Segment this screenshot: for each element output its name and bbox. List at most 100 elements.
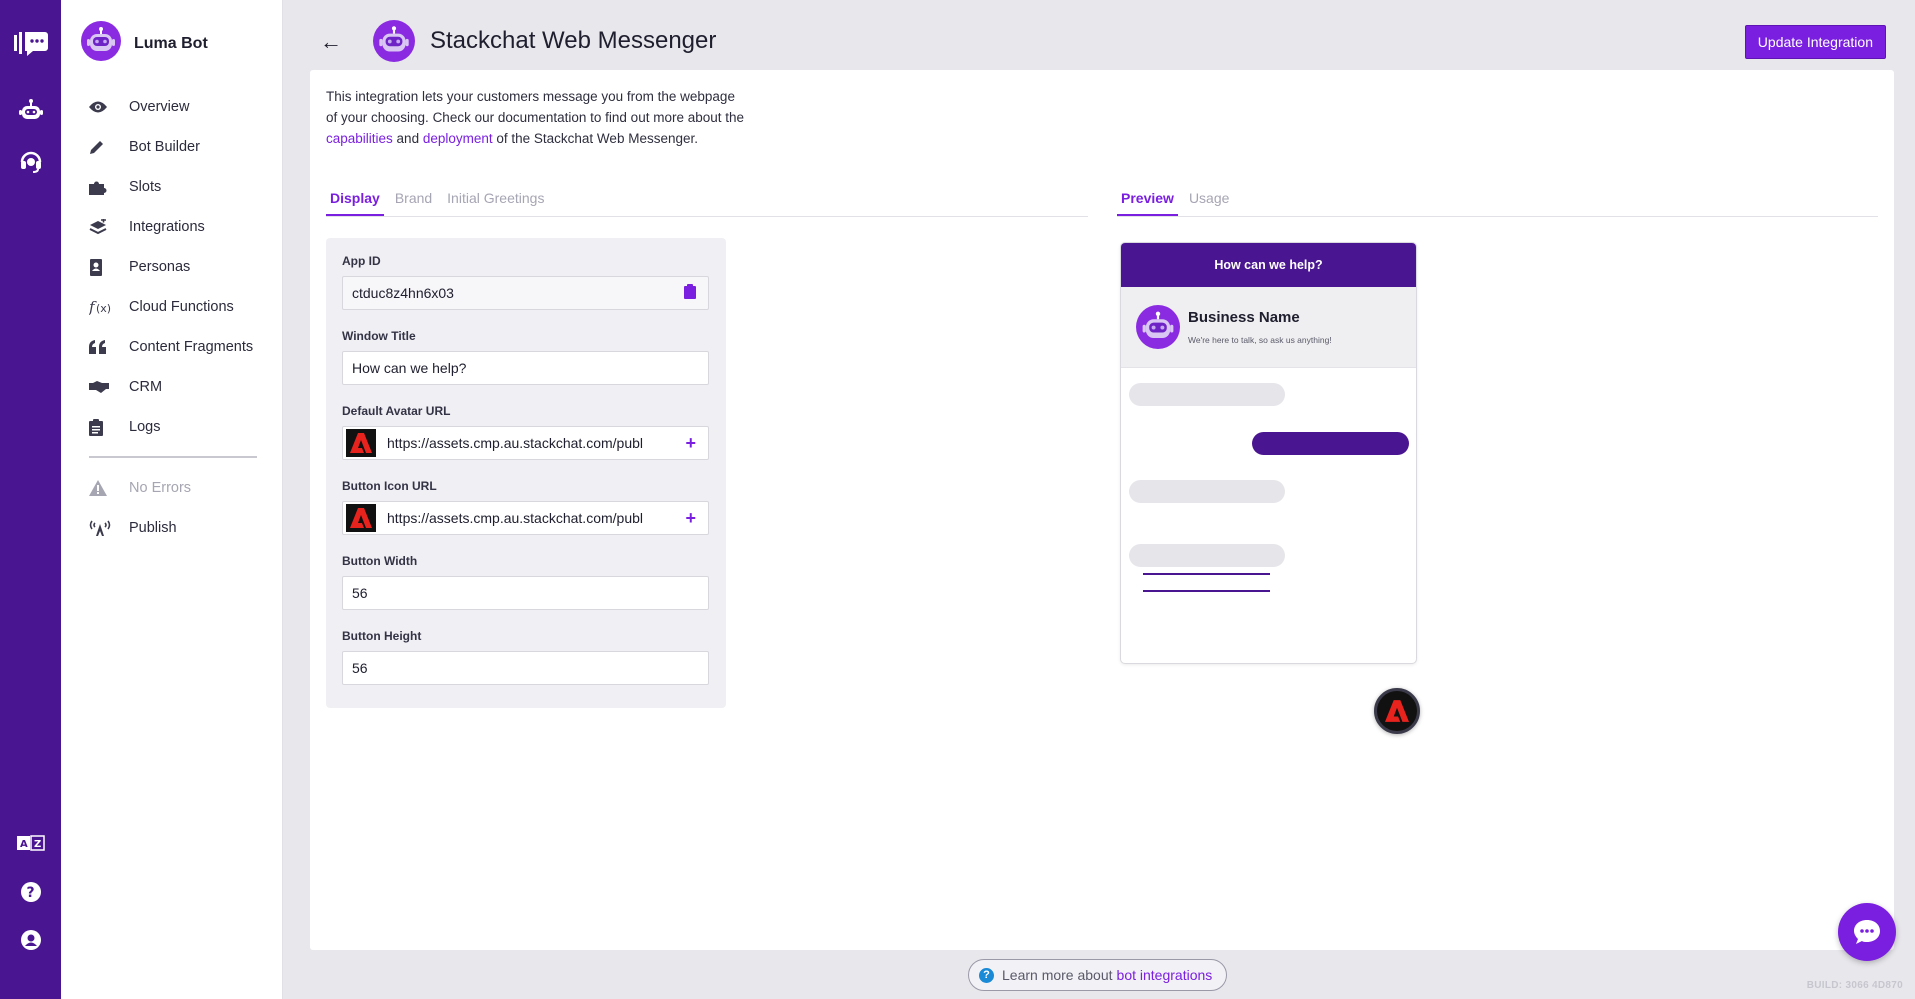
add-icon[interactable]: + xyxy=(685,509,696,527)
sidebar: Luma Bot Overview Bot Builder Slots Inte… xyxy=(61,0,283,999)
bot-name: Luma Bot xyxy=(134,34,208,52)
page-header: ← Stackchat Web Messenger Update Integra… xyxy=(283,0,1915,70)
pencil-icon xyxy=(89,137,115,157)
svg-text:A: A xyxy=(20,839,28,850)
clipboard-copy-icon[interactable] xyxy=(684,284,696,302)
update-integration-button[interactable]: Update Integration xyxy=(1744,25,1886,59)
sidebar-item-label: Integrations xyxy=(129,219,205,235)
back-arrow-icon[interactable]: ← xyxy=(320,29,342,55)
learn-more-pill: ? Learn more about bot integrations xyxy=(968,959,1228,991)
tab-display[interactable]: Display xyxy=(326,190,384,216)
button-icon-thumbnail-icon xyxy=(346,504,376,532)
window-title-value: How can we help? xyxy=(352,360,467,376)
button-icon-url-input[interactable]: https://assets.cmp.au.stackchat.com/publ… xyxy=(342,501,709,535)
window-title-label: Window Title xyxy=(342,329,416,343)
bot-avatar-icon xyxy=(81,21,121,66)
page-title: Stackchat Web Messenger xyxy=(430,27,717,54)
eye-icon xyxy=(89,97,115,117)
preview-header: How can we help? xyxy=(1121,243,1416,287)
tab-usage[interactable]: Usage xyxy=(1185,190,1233,216)
sidebar-item-label: Overview xyxy=(129,99,190,115)
avatar-thumbnail-icon xyxy=(346,429,376,457)
stackchat-logo-icon[interactable] xyxy=(0,28,61,58)
app-id-value: ctduc8z4hn6x03 xyxy=(352,285,454,301)
integration-avatar-icon xyxy=(373,20,415,67)
button-height-input[interactable]: 56 xyxy=(342,651,709,685)
layers-icon xyxy=(89,217,115,237)
sidebar-item-integrations[interactable]: Integrations xyxy=(89,207,259,247)
sidebar-item-overview[interactable]: Overview xyxy=(89,87,259,127)
bot-integrations-link[interactable]: bot integrations xyxy=(1117,967,1213,983)
intro-text: This integration lets your customers mes… xyxy=(326,86,746,149)
preview-reply-option xyxy=(1143,590,1270,592)
svg-text:?: ? xyxy=(26,885,34,901)
preview-bubble-outgoing xyxy=(1252,432,1409,455)
settings-tabs: Display Brand Initial Greetings xyxy=(326,190,1088,217)
button-icon-url-value: https://assets.cmp.au.stackchat.com/publ xyxy=(387,510,644,526)
account-icon[interactable] xyxy=(0,928,61,952)
app-id-field[interactable]: ctduc8z4hn6x03 xyxy=(342,276,709,310)
sidebar-item-label: Bot Builder xyxy=(129,139,200,155)
agent-headset-icon[interactable] xyxy=(0,148,61,174)
avatar-url-label: Default Avatar URL xyxy=(342,404,451,418)
sidebar-item-label: Cloud Functions xyxy=(129,299,234,315)
button-width-label: Button Width xyxy=(342,554,418,568)
preview-reply-option xyxy=(1143,573,1270,575)
bot-icon[interactable] xyxy=(0,98,61,124)
sidebar-item-personas[interactable]: Personas xyxy=(89,247,259,287)
messenger-preview: How can we help? Business Name We're her… xyxy=(1120,242,1417,664)
sidebar-nav: Overview Bot Builder Slots Integrations … xyxy=(89,87,259,548)
business-tagline: We're here to talk, so ask us anything! xyxy=(1188,335,1332,345)
intro-text-part: This integration lets your customers mes… xyxy=(326,89,745,125)
quote-icon xyxy=(89,337,115,357)
sidebar-item-crm[interactable]: CRM xyxy=(89,367,259,407)
tab-preview[interactable]: Preview xyxy=(1117,190,1178,216)
app-rail: AZ ? xyxy=(0,0,61,999)
svg-text:(x): (x) xyxy=(96,302,111,315)
sidebar-item-logs[interactable]: Logs xyxy=(89,407,259,447)
button-icon-url-label: Button Icon URL xyxy=(342,479,437,493)
sidebar-item-slots[interactable]: Slots xyxy=(89,167,259,207)
button-height-label: Button Height xyxy=(342,629,422,643)
help-icon[interactable]: ? xyxy=(0,880,61,904)
sidebar-item-bot-builder[interactable]: Bot Builder xyxy=(89,127,259,167)
capabilities-link[interactable]: capabilities xyxy=(326,131,393,146)
bot-brand[interactable]: Luma Bot xyxy=(81,21,208,66)
learn-more-text: Learn more about xyxy=(1002,967,1113,983)
window-title-input[interactable]: How can we help? xyxy=(342,351,709,385)
tab-brand[interactable]: Brand xyxy=(391,190,436,216)
button-width-input[interactable]: 56 xyxy=(342,576,709,610)
persona-icon xyxy=(89,257,115,277)
sidebar-item-content-fragments[interactable]: Content Fragments xyxy=(89,327,259,367)
sidebar-divider xyxy=(89,456,257,458)
intro-text-part: of the Stackchat Web Messenger. xyxy=(492,131,698,146)
sidebar-item-cloud-functions[interactable]: f (x) Cloud Functions xyxy=(89,287,259,327)
sidebar-item-label: CRM xyxy=(129,379,163,395)
deployment-link[interactable]: deployment xyxy=(423,131,493,146)
sidebar-item-label: Personas xyxy=(129,259,191,275)
business-name: Business Name xyxy=(1188,309,1300,326)
integration-panel: This integration lets your customers mes… xyxy=(310,70,1894,950)
clipboard-icon xyxy=(89,417,115,437)
launcher-logo-icon xyxy=(1385,700,1409,722)
preview-bubble-incoming xyxy=(1129,480,1285,503)
add-icon[interactable]: + xyxy=(685,434,696,452)
business-avatar-icon xyxy=(1136,305,1180,354)
function-icon: f (x) xyxy=(89,297,115,317)
intro-text-part: and xyxy=(392,131,423,146)
translate-icon[interactable]: AZ xyxy=(0,833,61,853)
help-circle-icon: ? xyxy=(979,967,994,983)
sidebar-item-label: Slots xyxy=(129,179,162,195)
build-label: BUILD: 3066 4D870 xyxy=(1806,980,1903,991)
warning-icon xyxy=(89,478,115,498)
sidebar-item-label: No Errors xyxy=(129,480,192,496)
app-id-label: App ID xyxy=(342,254,381,268)
preview-launcher-button xyxy=(1374,688,1420,734)
avatar-url-input[interactable]: https://assets.cmp.au.stackchat.com/publ… xyxy=(342,426,709,460)
sidebar-item-publish[interactable]: Publish xyxy=(89,508,259,548)
tab-initial-greetings[interactable]: Initial Greetings xyxy=(443,190,548,216)
puzzle-icon xyxy=(89,177,115,197)
display-form: App ID ctduc8z4hn6x03 Window Title How c… xyxy=(326,238,726,708)
preview-business-info: Business Name We're here to talk, so ask… xyxy=(1121,287,1416,368)
chat-launcher-button[interactable] xyxy=(1838,903,1896,961)
